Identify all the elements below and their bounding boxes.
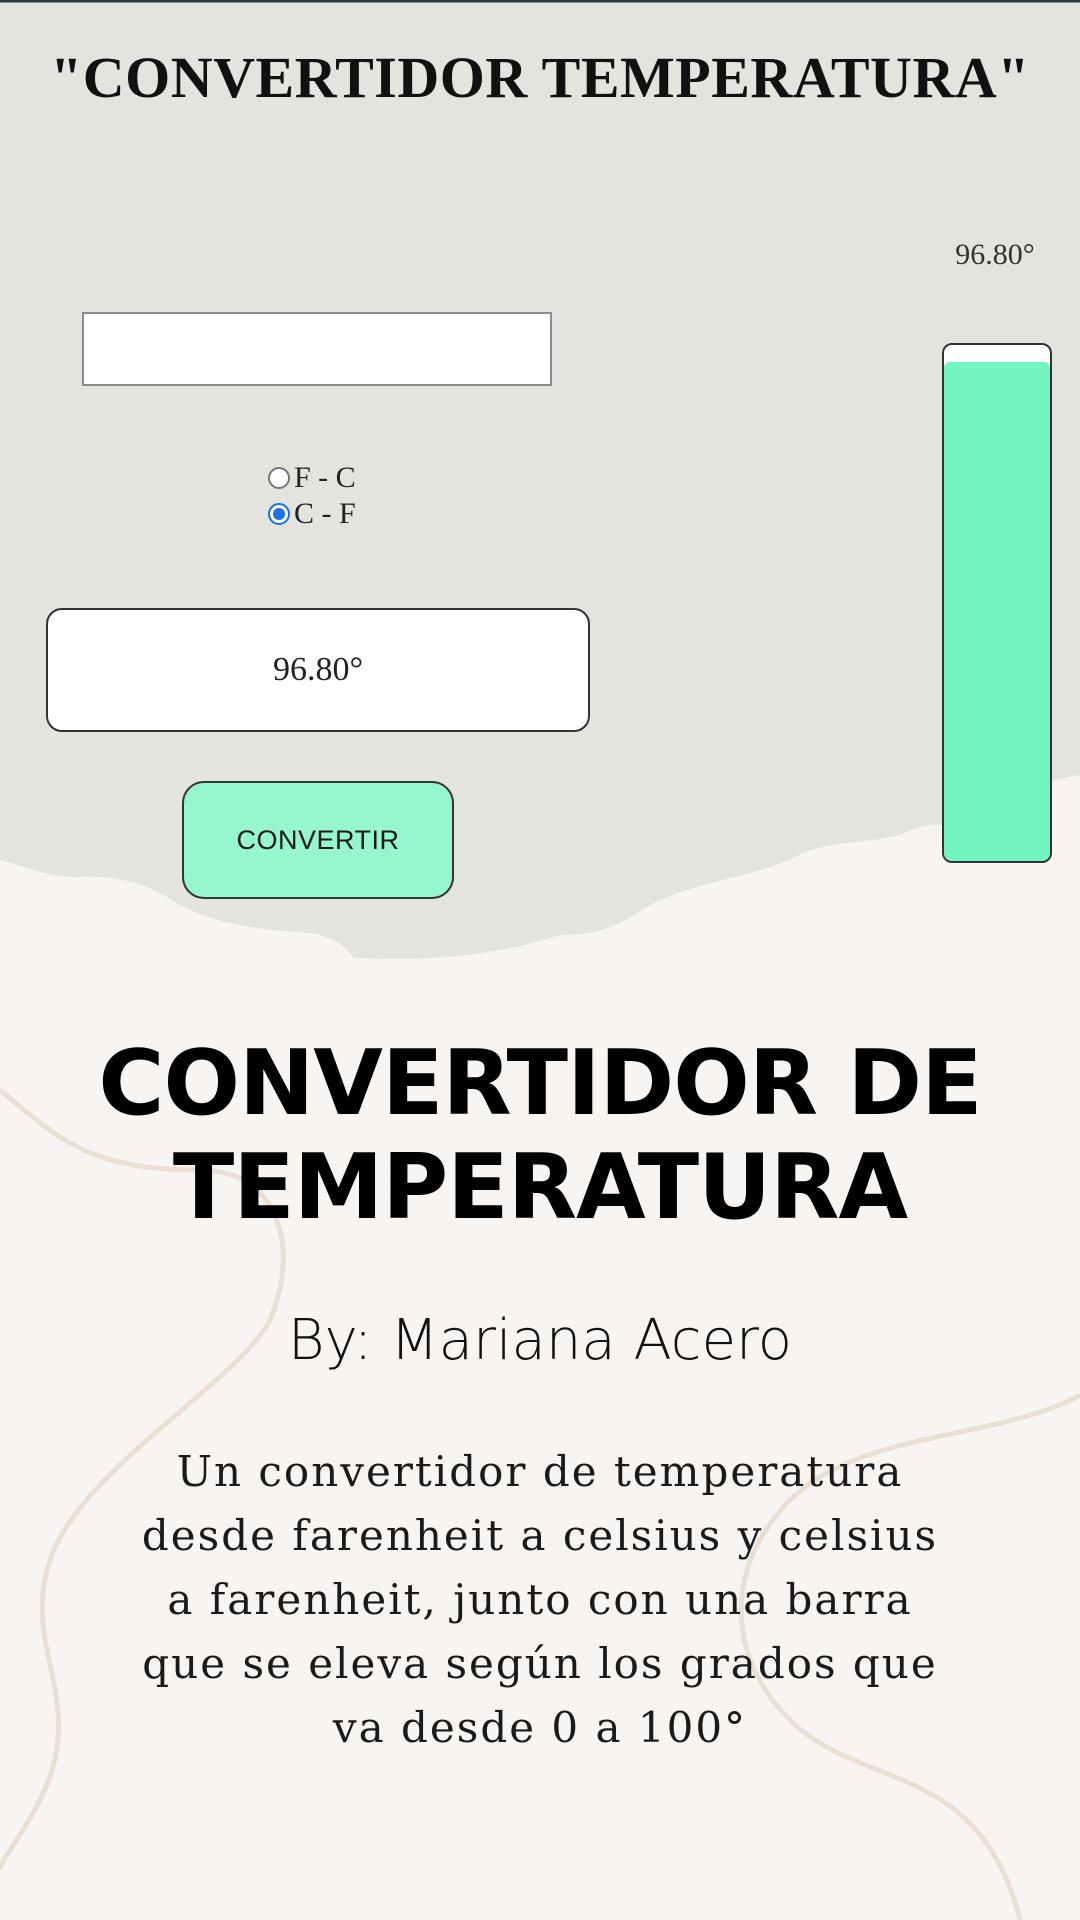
thermometer-bar	[942, 343, 1052, 863]
convert-button[interactable]: CONVERTIR	[182, 781, 454, 899]
app-title: "CONVERTIDOR TEMPERATURA"	[50, 45, 1030, 110]
promo-description: Un convertidor de temperatura desde fare…	[141, 1447, 939, 1752]
promo-heading: CONVERTIDOR DE TEMPERATURA	[0, 1032, 1080, 1240]
app-screenshot-panel: "CONVERTIDOR TEMPERATURA" F - C C - F 96…	[0, 0, 1080, 980]
radio-c-to-f-label: C - F	[294, 497, 356, 530]
promo-heading-line-1: CONVERTIDOR DE	[98, 1031, 982, 1136]
radio-option-c-to-f[interactable]: C - F	[268, 496, 356, 532]
thermometer-fill	[944, 361, 1050, 861]
conversion-mode-radio-group: F - C C - F	[268, 460, 356, 532]
temperature-input[interactable]	[82, 312, 552, 386]
radio-option-f-to-c[interactable]: F - C	[268, 460, 356, 496]
radio-f-to-c[interactable]	[268, 467, 290, 489]
radio-c-to-f[interactable]	[268, 503, 290, 525]
radio-f-to-c-label: F - C	[294, 461, 356, 494]
thermometer-value-label: 96.80°	[955, 238, 1035, 271]
panel-torn-background	[0, 0, 1080, 959]
result-display: 96.80°	[46, 608, 590, 732]
promo-heading-line-2: TEMPERATURA	[172, 1135, 908, 1240]
author-byline: By: Mariana Acero	[287, 1308, 793, 1373]
